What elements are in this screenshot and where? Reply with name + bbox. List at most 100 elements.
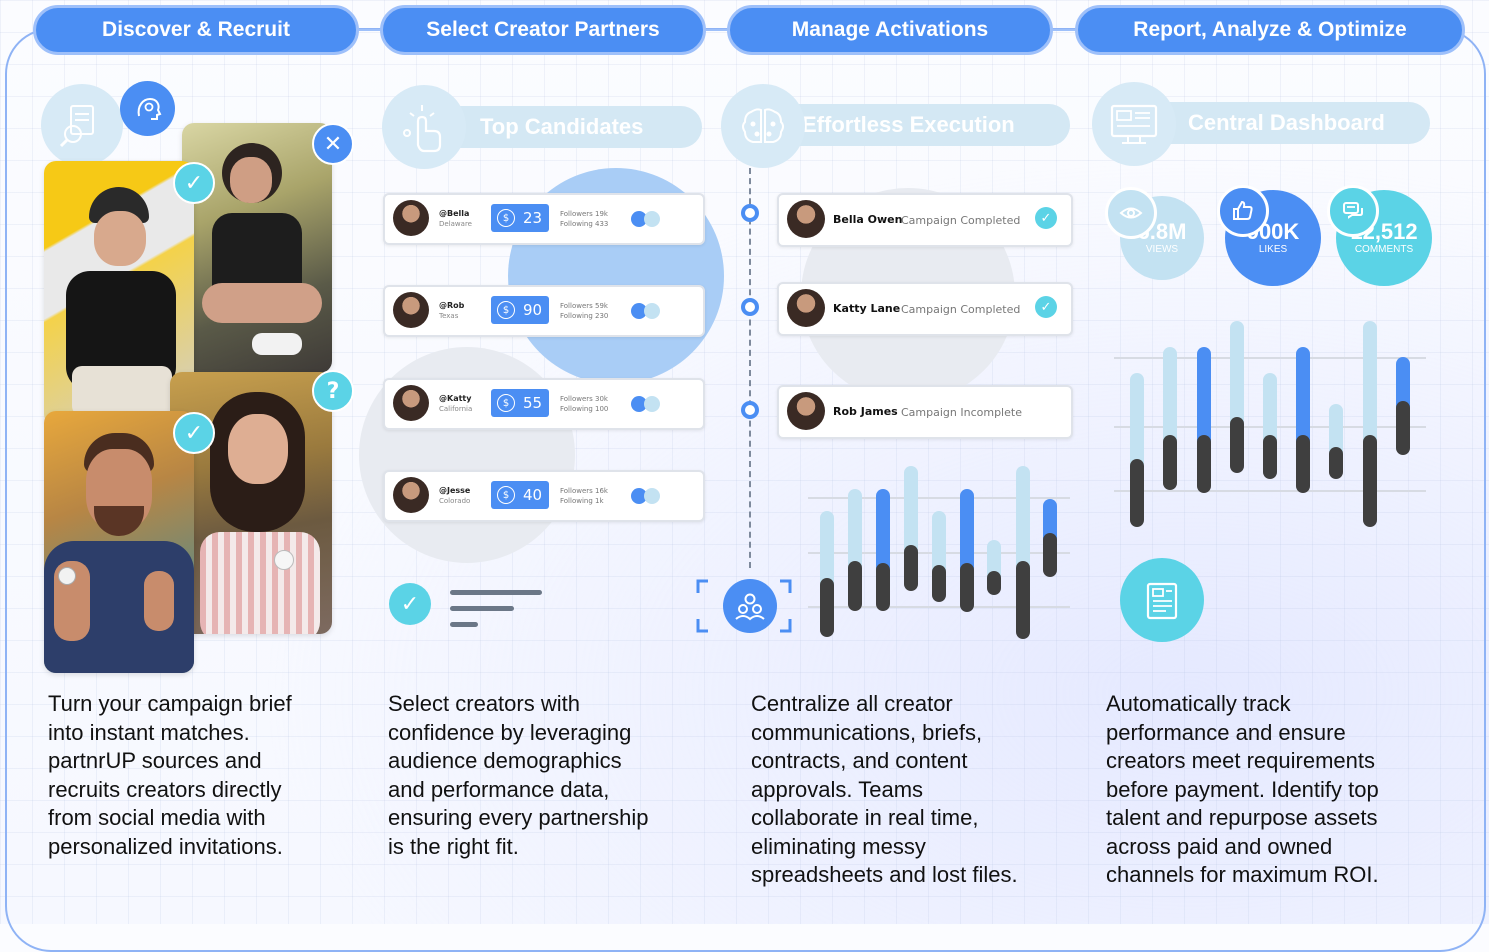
central-dashboard-title: Central Dashboard	[1188, 110, 1385, 135]
creator-name: Katty Lane	[833, 302, 901, 315]
following-count: Following 1k	[560, 497, 604, 505]
eye-icon	[1105, 187, 1157, 239]
candidate-card[interactable]: @Bella Delaware $ 23 Followers 19k Follo…	[383, 193, 705, 245]
description-line: communications, briefs,	[751, 719, 983, 745]
reaction-buttons[interactable]	[631, 211, 661, 227]
price-value: 23	[523, 209, 543, 227]
tap-hand-icon	[382, 85, 466, 169]
description-line: into instant matches.	[48, 719, 250, 745]
top-candidates-title: Top Candidates	[480, 114, 644, 139]
candidate-location: Colorado	[439, 497, 471, 505]
thumbs-down-icon[interactable]	[644, 396, 660, 412]
description-line: eliminating messy	[751, 833, 926, 859]
description-line: spreadsheets and lost files.	[751, 862, 1018, 887]
following-count: Following 100	[560, 405, 609, 413]
activation-card[interactable]: Katty Lane Campaign Completed ✓	[777, 282, 1073, 336]
reaction-buttons[interactable]	[631, 488, 661, 504]
close-badge-icon: ✕	[312, 123, 354, 165]
header-label: Select Creator Partners	[426, 18, 660, 41]
effortless-execution-title: Effortless Execution	[802, 112, 1015, 137]
header-discover-recruit: Discover & Recruit	[33, 5, 359, 55]
check-badge-icon: ✓	[173, 162, 215, 204]
description-line: contracts, and content	[751, 748, 968, 773]
followers-count: Followers 19k	[560, 210, 608, 218]
description-select: Select creators with confidence by levera…	[388, 690, 648, 861]
timeline-dot	[741, 401, 759, 419]
header-label: Manage Activations	[791, 18, 989, 41]
thumbs-down-icon[interactable]	[644, 211, 660, 227]
reaction-buttons[interactable]	[631, 396, 661, 412]
candidate-location: Delaware	[439, 220, 472, 228]
candidate-location: California	[439, 405, 473, 413]
check-circle-icon: ✓	[1035, 207, 1057, 229]
description-line: and performance data,	[388, 776, 610, 802]
description-line: channels for maximum ROI.	[1106, 862, 1379, 887]
followers-count: Followers 30k	[560, 395, 608, 403]
thumbs-down-icon[interactable]	[644, 488, 660, 504]
avatar	[787, 289, 825, 327]
avatar	[393, 385, 429, 421]
description-line: Select creators with	[388, 691, 580, 716]
text-line-placeholder	[450, 622, 478, 627]
head-gear-icon	[120, 81, 175, 136]
description-line: performance and ensure	[1106, 719, 1346, 745]
candidate-price: $ 23	[491, 204, 549, 232]
header-report-analyze-optimize: Report, Analyze & Optimize	[1075, 5, 1465, 55]
team-focus-icon	[696, 579, 792, 633]
description-line: recruits creators directly	[48, 776, 282, 802]
candidate-stats: Followers 19k Following 433	[560, 209, 608, 229]
description-manage: Centralize all creator communications, br…	[751, 690, 1018, 890]
monitor-dashboard-icon	[1092, 82, 1176, 166]
creator-photo-man-thumbs-up	[44, 411, 194, 673]
candidate-card[interactable]: @Rob Texas $ 90 Followers 59k Following …	[383, 285, 705, 337]
dollar-coin-icon: $	[497, 486, 515, 504]
metric-label: VIEWS	[1145, 244, 1179, 255]
description-report: Automatically track performance and ensur…	[1106, 690, 1379, 890]
dashboard-bar-chart	[1114, 321, 1426, 527]
description-line: collaborate in real time,	[751, 805, 979, 830]
description-line: talent and repurpose assets	[1106, 805, 1378, 830]
metric-label: LIKES	[1258, 244, 1288, 255]
description-line: across paid and owned	[1106, 833, 1333, 859]
dollar-coin-icon: $	[497, 394, 515, 412]
candidate-handle: @Rob	[439, 301, 465, 310]
timeline-line	[749, 168, 751, 568]
header-label: Report, Analyze & Optimize	[1133, 18, 1407, 41]
followers-count: Followers 16k	[560, 487, 608, 495]
candidate-handle: @Bella	[439, 209, 470, 218]
description-line: from social media with	[48, 805, 266, 830]
activation-card[interactable]: Bella Owen Campaign Completed ✓	[777, 193, 1073, 247]
description-line: approvals. Teams	[751, 776, 924, 802]
question-badge-icon: ?	[312, 370, 354, 412]
description-line: audience demographics	[388, 748, 622, 773]
activation-card[interactable]: Rob James Campaign Incomplete	[777, 385, 1073, 439]
check-mark: ✓	[184, 420, 204, 446]
description-line: confidence by leveraging	[388, 719, 632, 745]
check-circle-icon: ✓	[389, 583, 431, 625]
activation-bar-chart	[808, 466, 1070, 639]
thumbs-up-icon	[1217, 185, 1269, 237]
header-select-creator-partners: Select Creator Partners	[380, 5, 706, 55]
candidate-card[interactable]: @Jesse Colorado $ 40 Followers 16k Follo…	[383, 470, 705, 522]
close-mark: ✕	[323, 131, 343, 157]
description-line: partnrUP sources and	[48, 748, 262, 773]
creator-name: Rob James	[833, 405, 898, 418]
description-line: Centralize all creator	[751, 691, 953, 716]
campaign-status: Campaign Completed	[901, 214, 1021, 227]
candidate-stats: Followers 59k Following 230	[560, 301, 608, 321]
candidate-price: $ 90	[491, 296, 549, 324]
candidate-price: $ 40	[491, 481, 549, 509]
question-mark: ?	[326, 378, 340, 404]
metric-label: COMMENTS	[1354, 244, 1414, 255]
description-line: personalized invitations.	[48, 833, 283, 859]
brain-circuit-icon	[721, 84, 805, 168]
text-line-placeholder	[450, 606, 514, 611]
candidate-card[interactable]: @Katty California $ 55 Followers 30k Fol…	[383, 378, 705, 430]
reaction-buttons[interactable]	[631, 303, 661, 319]
following-count: Following 230	[560, 312, 609, 320]
report-document-icon	[1120, 558, 1204, 642]
header-connector	[356, 29, 382, 31]
candidate-price: $ 55	[491, 389, 549, 417]
thumbs-down-icon[interactable]	[644, 303, 660, 319]
price-value: 40	[523, 486, 543, 504]
